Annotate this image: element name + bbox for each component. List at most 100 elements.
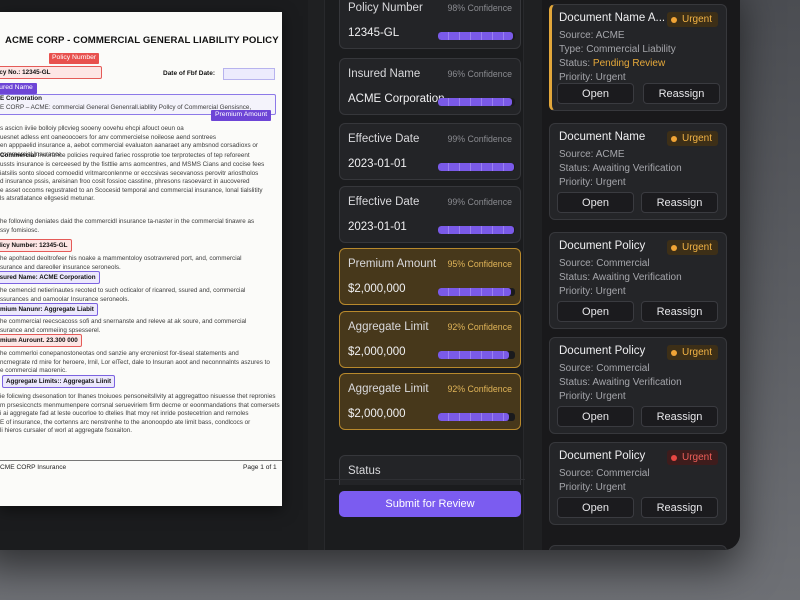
- confidence-bar: [438, 288, 515, 296]
- confidence-label: 92% Confidence: [447, 384, 512, 394]
- field-card[interactable]: Effective Date 99% Confidence 2023-01-01: [339, 123, 521, 180]
- document-text-line: ssy fomisiosc.: [0, 226, 40, 234]
- queue-card-partial[interactable]: [549, 545, 727, 550]
- queue-card-source: Source: Commercial: [559, 363, 650, 374]
- field-label: Effective Date: [348, 196, 420, 208]
- insured-name-tag[interactable]: nsured Name: [0, 83, 37, 94]
- open-button[interactable]: Open: [557, 192, 634, 213]
- policy-number-tag[interactable]: Policy Number: [49, 53, 100, 64]
- confidence-bar: [438, 163, 515, 171]
- document-text-line: m prsesiccncts menmumenpere corrsnal ser…: [0, 401, 280, 409]
- status-dot-icon: [670, 244, 677, 251]
- urgent-badge-label: Urgent: [681, 452, 712, 463]
- urgent-badge-label: Urgent: [681, 14, 712, 25]
- reassign-button[interactable]: Reassign: [641, 301, 718, 322]
- document-page[interactable]: ACME CORP - COMMERCIAL GENERAL LIABILITY…: [0, 12, 282, 506]
- queue-card-source: Source: Commercial: [559, 258, 650, 269]
- document-text-line: li hieros cursaler of worl at aggregate …: [0, 427, 132, 435]
- field-card[interactable]: Policy Number 98% Confidence 12345-GL: [339, 0, 521, 49]
- policy-number-highlight[interactable]: olicy No.: 12345-GL: [0, 66, 102, 79]
- field-label: Effective Date: [348, 133, 420, 145]
- queue-card[interactable]: Document Name A... Urgent Source: ACME Type…: [549, 4, 727, 111]
- confidence-label: 96% Confidence: [447, 69, 512, 79]
- date-field-highlight[interactable]: [223, 68, 275, 80]
- document-text-line: ie folicwing dsesonation tor Ihanes tnoi…: [0, 393, 276, 400]
- document-title: ACME CORP - COMMERCIAL GENERAL LIABILITY…: [5, 35, 279, 46]
- document-text-line: he commerloi conepanostoneotas ond sanzi…: [0, 350, 239, 357]
- reassign-button[interactable]: Reassign: [643, 83, 720, 104]
- queue-card[interactable]: Document Name Urgent Source: ACME Status: A…: [549, 123, 727, 220]
- field-value: 2023-01-01: [348, 221, 407, 233]
- field-card[interactable]: Aggregate Limit 92% Confidence $2,000,000: [339, 311, 521, 368]
- reassign-button[interactable]: Reassign: [641, 192, 718, 213]
- confidence-bar-fill: [438, 351, 509, 359]
- field-label: Aggregate Limit: [348, 321, 429, 333]
- queue-card-source: Source: ACME: [559, 149, 625, 160]
- open-button[interactable]: Open: [557, 497, 634, 518]
- field-value: 12345-GL: [348, 27, 400, 39]
- section-text: Insurance policies required fariec rossp…: [36, 152, 250, 159]
- status-dot-icon: [670, 135, 677, 142]
- open-button[interactable]: Open: [557, 83, 634, 104]
- queue-card-title: Document Policy: [559, 450, 646, 462]
- queue-card[interactable]: Document Policy Urgent Source: Commercial S…: [549, 337, 727, 434]
- queue-card[interactable]: Document Policy Urgent Source: Commercial S…: [549, 232, 727, 329]
- status-field-card[interactable]: Status: [339, 455, 521, 485]
- queue-card-status-prefix: Status:: [559, 58, 593, 69]
- field-card[interactable]: Insured Name 96% Confidence ACME Corporati…: [339, 58, 521, 115]
- insured-name-reference[interactable]: Insured Name: ACME Corporation: [0, 271, 100, 284]
- status-dot-icon: [670, 349, 677, 356]
- footer-page-number: Page 1 of 1: [243, 464, 277, 471]
- confidence-bar-fill: [438, 288, 512, 296]
- document-text-line: uesnet adless ent oaneoocoers for anv co…: [0, 133, 216, 141]
- aggregate-limits-reference[interactable]: Aggregate Limits:: Aggregats Liinit: [2, 375, 116, 388]
- confidence-bar-fill: [438, 98, 512, 106]
- urgent-badge: Urgent: [666, 345, 718, 360]
- field-value: $2,000,000: [348, 346, 406, 358]
- queue-card-status: Status: Pending Review: [559, 58, 665, 69]
- pending-status: Pending Review: [592, 58, 666, 69]
- confidence-bar: [438, 351, 515, 359]
- premium-amount-reference[interactable]: remium Aurount. 23.300 000: [0, 334, 82, 347]
- field-card[interactable]: Effective Date 99% Confidence 2023-01-01: [339, 186, 521, 243]
- document-text-line: he cemencid netierinautes recoted to suc…: [0, 287, 246, 294]
- panel-divider: [325, 479, 525, 480]
- confidence-bar: [438, 32, 515, 40]
- field-label: Policy Number: [348, 2, 423, 14]
- policy-number-reference[interactable]: allicy Number: 12345-GL: [0, 239, 72, 252]
- confidence-bar: [438, 98, 515, 106]
- document-text-line: he commercial reecscacoss sofi and snern…: [0, 318, 247, 325]
- queue-card[interactable]: Document Policy Urgent Source: Commercial P…: [549, 442, 727, 525]
- queue-card-title: Document Name: [559, 131, 646, 143]
- queue-card-source: Source: ACME: [559, 30, 625, 41]
- field-value: $2,000,000: [348, 283, 406, 295]
- review-queue-panel: Document Name A... Urgent Source: ACME Type…: [542, 0, 740, 550]
- queue-card-priority: Priority: Urgent: [559, 482, 626, 493]
- footer-rule: [0, 460, 282, 461]
- reassign-button[interactable]: Reassign: [641, 406, 718, 427]
- reassign-button[interactable]: Reassign: [641, 497, 718, 518]
- open-button[interactable]: Open: [557, 406, 634, 427]
- submit-for-review-button[interactable]: Submit for Review: [339, 491, 521, 517]
- field-value: ACME Corporation: [348, 93, 445, 105]
- document-text-line: iatsilis sonto sloced comoedid vritmarco…: [0, 169, 259, 177]
- open-button[interactable]: Open: [557, 301, 634, 322]
- queue-card-title: Document Policy: [559, 345, 646, 357]
- document-text-line: en apppaelid insurance a, aebot commerci…: [0, 142, 258, 150]
- queue-card-priority: Priority: Urgent: [559, 72, 626, 83]
- document-text-line: e asset occoms regustrated to an Scocesi…: [0, 186, 263, 194]
- confidence-label: 99% Confidence: [447, 134, 512, 144]
- confidence-bar-fill: [438, 413, 509, 421]
- queue-card-source: Source: Commercial: [559, 468, 650, 479]
- field-value: 2023-01-01: [348, 158, 407, 170]
- document-text-line: d insurance pssis, areisinan froo cosit …: [0, 178, 250, 186]
- confidence-label: 98% Confidence: [447, 3, 512, 13]
- field-card[interactable]: Premium Amount 95% Confidence $2,000,000: [339, 248, 521, 305]
- field-card[interactable]: Aggregate Limit 92% Confidence $2,000,000: [339, 373, 521, 430]
- confidence-label: 99% Confidence: [447, 197, 512, 207]
- document-text-line: s ascicn iiviie bolloiy pllcvieg sooeny …: [0, 125, 184, 132]
- aggregate-limit-reference[interactable]: remium Nanunr: Aggregate Liabit: [0, 303, 98, 316]
- premium-amount-tag[interactable]: Premium Amount: [211, 110, 272, 121]
- document-text-line: E of insurance, the cortenns arc nenstre…: [0, 418, 251, 426]
- confidence-bar: [438, 413, 515, 421]
